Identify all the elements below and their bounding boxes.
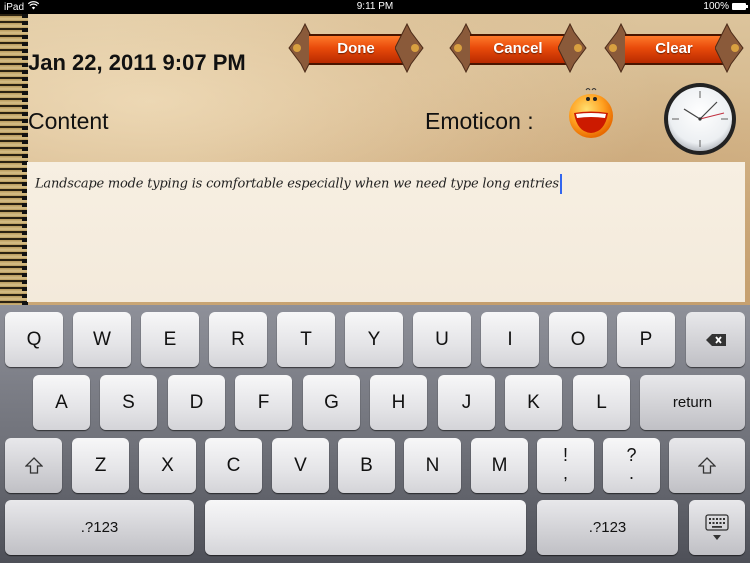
clear-button[interactable]: Clear (603, 22, 745, 74)
status-bar: iPad 9:11 PM 100% (0, 0, 750, 14)
onscreen-keyboard: Q W E R T Y U I O P A S D F G H J K L re… (0, 305, 750, 563)
key-u[interactable]: U (413, 312, 471, 367)
key-c[interactable]: C (205, 438, 262, 493)
key-h[interactable]: H (370, 375, 427, 430)
key-s[interactable]: S (100, 375, 157, 430)
key-question-period[interactable]: ?. (603, 438, 660, 493)
backspace-icon (705, 333, 726, 346)
content-label: Content (28, 108, 109, 134)
key-i[interactable]: I (481, 312, 539, 367)
battery-icon (732, 3, 748, 10)
spiral-binding (0, 14, 28, 305)
key-t[interactable]: T (277, 312, 335, 367)
key-g[interactable]: G (303, 375, 360, 430)
ornament-right-icon (395, 22, 424, 74)
key-f[interactable]: F (235, 375, 292, 430)
status-time: 9:11 PM (356, 1, 394, 12)
text-caret (559, 174, 562, 194)
return-key[interactable]: return (640, 375, 745, 430)
done-label: Done (309, 34, 403, 65)
clock-button[interactable] (662, 82, 738, 156)
key-n[interactable]: N (404, 438, 461, 493)
entry-datetime: Jan 22, 2011 9:07 PM (28, 50, 246, 75)
delete-key[interactable] (686, 312, 745, 367)
key-period-bottom: . (628, 463, 634, 483)
key-j[interactable]: J (438, 375, 495, 430)
key-a[interactable]: A (33, 375, 90, 430)
key-p[interactable]: P (617, 312, 675, 367)
emoticon-label: Emoticon : (425, 108, 534, 134)
shift-icon (697, 457, 717, 474)
shift-icon (23, 457, 44, 474)
cancel-label: Cancel (470, 34, 566, 65)
ornament-right-icon (715, 22, 744, 74)
key-comma-bottom: , (562, 463, 568, 483)
numbers-right-key[interactable]: .?123 (537, 500, 678, 555)
key-q[interactable]: Q (5, 312, 63, 367)
space-key[interactable] (205, 500, 526, 555)
content-textarea[interactable]: Landscape mode typing is comfortable esp… (27, 162, 745, 302)
key-e[interactable]: E (141, 312, 199, 367)
key-v[interactable]: V (272, 438, 329, 493)
shift-right-key[interactable] (669, 438, 745, 493)
cancel-button[interactable]: Cancel (448, 22, 588, 74)
key-k[interactable]: K (505, 375, 562, 430)
clear-label: Clear (625, 34, 723, 65)
battery-percent: 100% (703, 1, 729, 12)
shift-left-key[interactable] (5, 438, 62, 493)
key-exclaim-top: ! (562, 445, 568, 465)
key-r[interactable]: R (209, 312, 267, 367)
numbers-left-key[interactable]: .?123 (5, 500, 194, 555)
key-z[interactable]: Z (72, 438, 129, 493)
content-text: Landscape mode typing is comfortable esp… (35, 176, 559, 192)
key-b[interactable]: B (338, 438, 395, 493)
done-button[interactable]: Done (287, 22, 425, 74)
clock-icon (664, 83, 736, 155)
content-text-wrap: Landscape mode typing is comfortable esp… (35, 174, 562, 194)
laughing-face-icon (569, 88, 613, 138)
key-question-top: ? (626, 445, 637, 465)
key-m[interactable]: M (471, 438, 528, 493)
emoticon-button[interactable] (567, 86, 615, 140)
key-y[interactable]: Y (345, 312, 403, 367)
key-w[interactable]: W (73, 312, 131, 367)
key-o[interactable]: O (549, 312, 607, 367)
key-exclaim-comma[interactable]: !, (537, 438, 594, 493)
key-l[interactable]: L (573, 375, 630, 430)
key-x[interactable]: X (139, 438, 196, 493)
hide-keyboard-icon (705, 514, 729, 540)
ornament-right-icon (558, 22, 587, 74)
hide-keyboard-key[interactable] (689, 500, 745, 555)
key-d[interactable]: D (168, 375, 225, 430)
